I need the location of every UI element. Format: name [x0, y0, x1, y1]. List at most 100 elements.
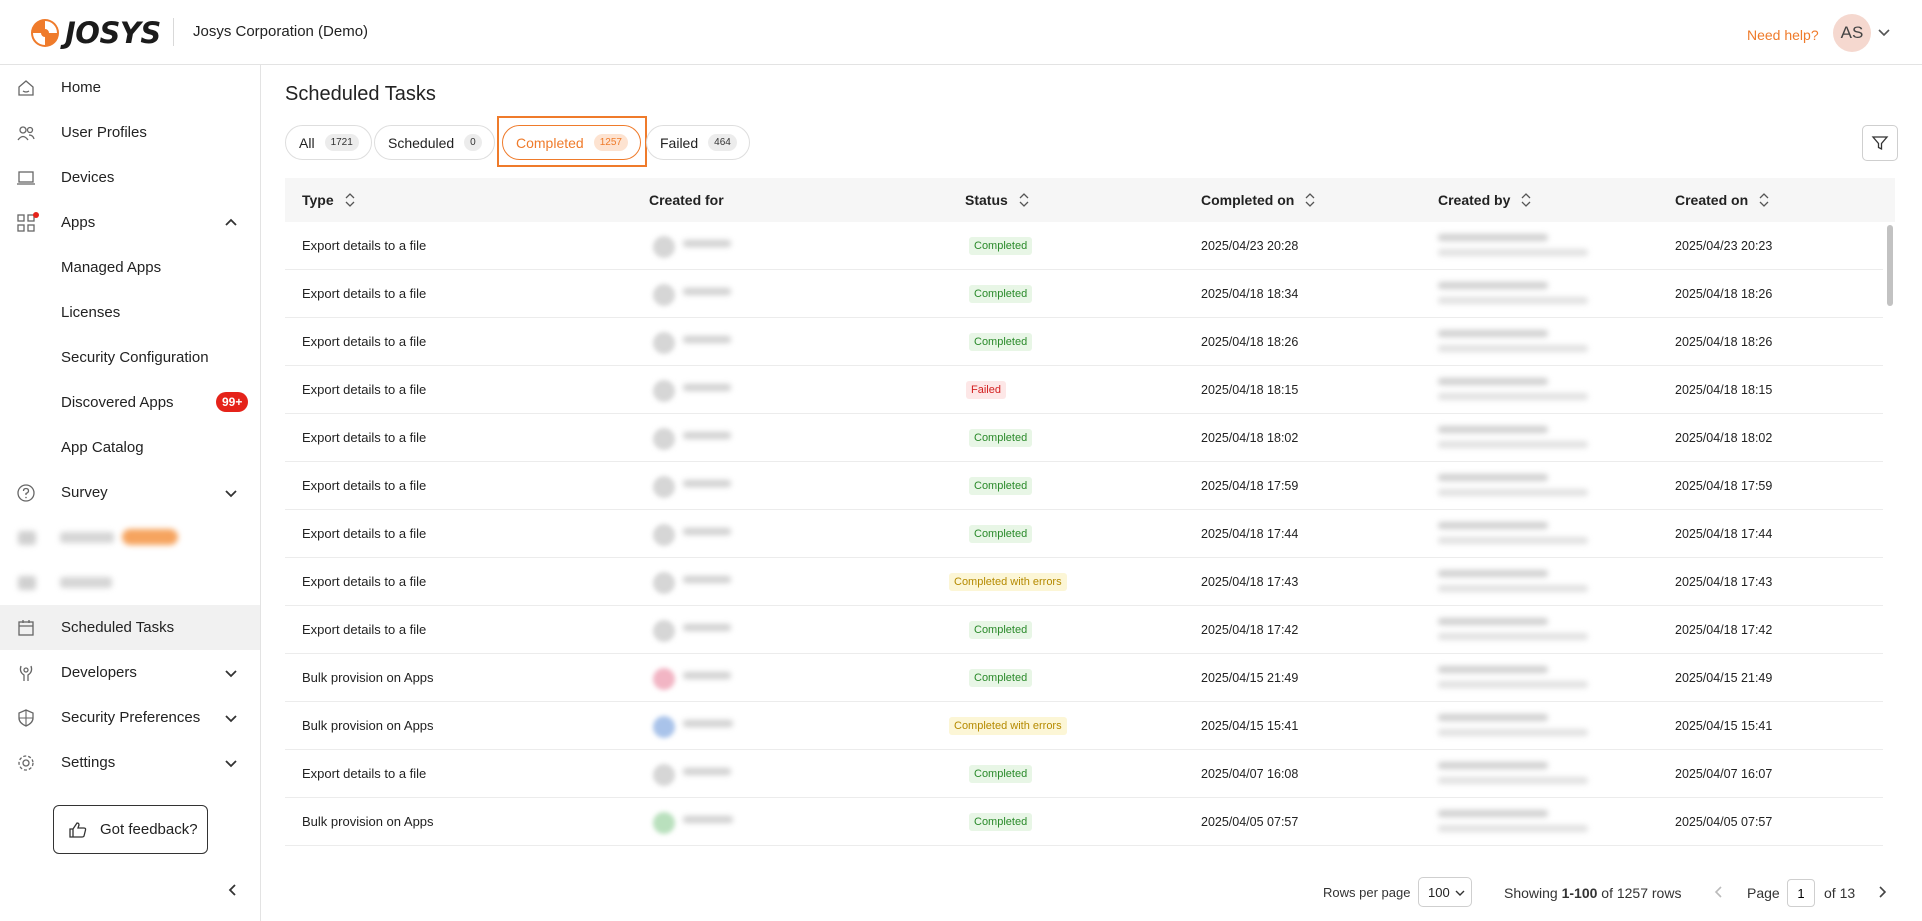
tab-scheduled[interactable]: Scheduled 0	[374, 125, 495, 160]
feedback-label: Got feedback?	[100, 821, 198, 838]
cell-type: Bulk provision on Apps	[302, 670, 434, 685]
cell-type: Export details to a file	[302, 238, 427, 253]
filter-button[interactable]	[1862, 125, 1898, 161]
sidebar-item-user-profiles[interactable]: User Profiles	[0, 110, 260, 155]
sidebar-item-apps[interactable]: Apps	[0, 200, 260, 245]
status-badge: Completed	[969, 525, 1033, 543]
table-scrollbar[interactable]	[1886, 222, 1894, 865]
sort-icon[interactable]	[1018, 192, 1030, 208]
need-help-link[interactable]: Need help?	[1747, 27, 1819, 43]
tab-completed[interactable]: Completed 1257	[502, 125, 641, 160]
sidebar-item-label: Security Configuration	[61, 349, 209, 366]
redacted-created-for	[683, 720, 733, 727]
column-header-completed-on[interactable]: Completed on	[1201, 192, 1316, 208]
status-badge: Completed	[969, 333, 1033, 351]
cell-type: Export details to a file	[302, 526, 427, 541]
sidebar-item-app-catalog[interactable]: App Catalog	[0, 425, 260, 470]
chevron-down-icon[interactable]	[222, 664, 240, 682]
column-label: Created by	[1438, 192, 1511, 208]
table-row[interactable]: Export details to a file Completed 2025/04…	[285, 318, 1883, 366]
tab-all[interactable]: All 1721	[285, 125, 372, 160]
table-row[interactable]: Export details to a file Completed 2025/04…	[285, 606, 1883, 654]
redacted-label	[60, 532, 114, 543]
sidebar-item-redacted[interactable]	[0, 560, 260, 605]
status-badge: Completed	[969, 285, 1033, 303]
table-row[interactable]: Bulk provision on Apps Completed 2025/04/0…	[285, 798, 1883, 846]
sort-icon[interactable]	[344, 192, 356, 208]
josys-logo[interactable]: JOSYS	[30, 16, 161, 50]
redacted-created-by-email	[1438, 249, 1588, 256]
cell-completed-on: 2025/04/15 15:41	[1201, 719, 1299, 733]
column-header-created-on[interactable]: Created on	[1675, 192, 1770, 208]
user-avatar[interactable]: AS	[1833, 14, 1871, 52]
page-total: of 13	[1824, 885, 1856, 901]
cell-type: Export details to a file	[302, 382, 427, 397]
table-row[interactable]: Bulk provision on Apps Completed 2025/04/1…	[285, 654, 1883, 702]
sort-icon[interactable]	[1520, 192, 1532, 208]
cell-completed-on: 2025/04/18 17:59	[1201, 479, 1299, 493]
table-row[interactable]: Export details to a file Completed 2025/04…	[285, 222, 1883, 270]
chevron-down-icon[interactable]	[1876, 24, 1892, 40]
next-page-icon[interactable]	[1874, 884, 1890, 900]
table-row[interactable]: Export details to a file Completed with e…	[285, 558, 1883, 606]
table-row[interactable]: Export details to a file Completed 2025/04…	[285, 270, 1883, 318]
column-header-type[interactable]: Type	[302, 192, 356, 208]
table-row[interactable]: Bulk provision on Apps Completed with err…	[285, 702, 1883, 750]
cell-type: Export details to a file	[302, 574, 427, 589]
sidebar-item-settings[interactable]: Settings	[0, 740, 260, 785]
tab-failed[interactable]: Failed 464	[646, 125, 750, 160]
table-row[interactable]: Export details to a file Completed 2025/04…	[285, 510, 1883, 558]
shield-icon	[18, 709, 34, 727]
table-scrollbar-thumb[interactable]	[1887, 225, 1893, 306]
rows-per-page-select[interactable]: 100	[1418, 877, 1472, 907]
sidebar-item-licenses[interactable]: Licenses	[0, 290, 260, 335]
column-header-status[interactable]: Status	[965, 192, 1030, 208]
redacted-created-by-name	[1438, 426, 1548, 433]
redacted-created-by-name	[1438, 618, 1548, 625]
sidebar-item-developers[interactable]: Developers	[0, 650, 260, 695]
home-icon	[18, 80, 34, 96]
sidebar-item-label: Devices	[61, 169, 115, 186]
table-row[interactable]: Export details to a file Completed 2025/04…	[285, 414, 1883, 462]
sidebar-item-security-configuration[interactable]: Security Configuration	[0, 335, 260, 380]
sidebar-item-devices[interactable]: Devices	[0, 155, 260, 200]
cell-type: Export details to a file	[302, 478, 427, 493]
redacted-avatar	[653, 428, 675, 450]
sidebar-item-survey[interactable]: Survey	[0, 470, 260, 515]
chevron-down-icon[interactable]	[222, 484, 240, 502]
column-label: Status	[965, 192, 1008, 208]
sort-icon[interactable]	[1758, 192, 1770, 208]
cell-created-on: 2025/04/05 07:57	[1675, 815, 1773, 829]
sidebar-item-managed-apps[interactable]: Managed Apps	[0, 245, 260, 290]
sidebar-item-home[interactable]: Home	[0, 65, 260, 110]
page-number-input[interactable]	[1787, 879, 1815, 907]
chevron-down-icon	[1455, 890, 1465, 896]
sort-icon[interactable]	[1304, 192, 1316, 208]
sidebar-item-label: Home	[61, 79, 102, 96]
chevron-up-icon[interactable]	[222, 214, 240, 232]
showing-range: 1-100	[1561, 885, 1598, 901]
cell-completed-on: 2025/04/07 16:08	[1201, 767, 1299, 781]
collapse-sidebar-icon[interactable]	[224, 882, 240, 898]
chevron-down-icon[interactable]	[222, 709, 240, 727]
table-row[interactable]: Export details to a file Failed 2025/04/18…	[285, 366, 1883, 414]
cell-completed-on: 2025/04/18 17:42	[1201, 623, 1299, 637]
column-header-created-by[interactable]: Created by	[1438, 192, 1532, 208]
redacted-created-for	[683, 768, 731, 775]
cell-type: Export details to a file	[302, 430, 427, 445]
sidebar-item-discovered-apps[interactable]: Discovered Apps 99+	[0, 380, 260, 425]
filter-icon	[1871, 136, 1889, 151]
table-row[interactable]: Export details to a file Completed 2025/04…	[285, 462, 1883, 510]
chevron-down-icon[interactable]	[222, 754, 240, 772]
cell-type: Export details to a file	[302, 766, 427, 781]
sidebar-item-scheduled-tasks[interactable]: Scheduled Tasks	[0, 605, 260, 650]
previous-page-icon[interactable]	[1711, 884, 1727, 900]
cell-completed-on: 2025/04/18 18:34	[1201, 287, 1299, 301]
table-row[interactable]: Export details to a file Completed 2025/04…	[285, 750, 1883, 798]
sidebar-item-security-preferences[interactable]: Security Preferences	[0, 695, 260, 740]
sidebar-item-redacted[interactable]	[0, 515, 260, 560]
redacted-created-for	[683, 384, 731, 391]
feedback-button[interactable]: Got feedback?	[53, 805, 208, 854]
redacted-created-by-email	[1438, 345, 1588, 352]
showing-prefix: Showing	[1504, 885, 1558, 901]
